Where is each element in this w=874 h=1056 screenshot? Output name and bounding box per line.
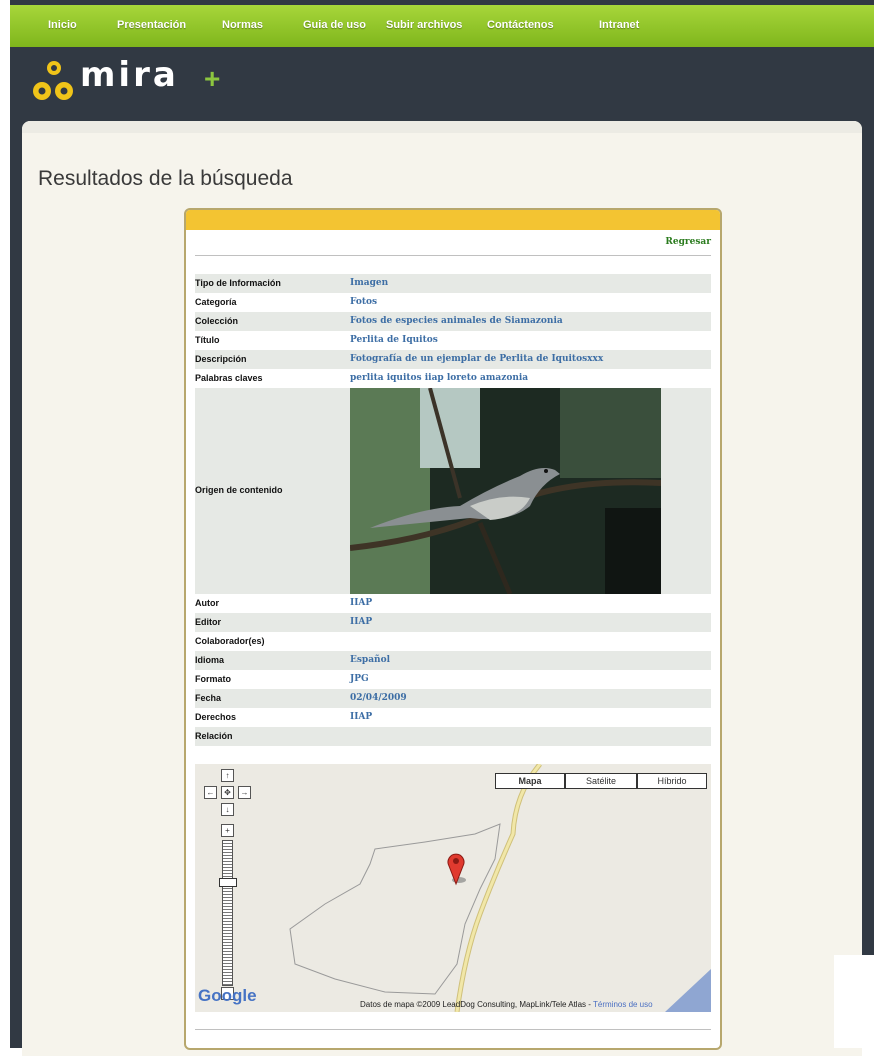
map-type-hibrido-button[interactable]: Híbrido xyxy=(637,773,707,789)
zoom-in-icon[interactable]: + xyxy=(221,824,234,837)
content-top-bar xyxy=(22,121,862,133)
page-edge-box xyxy=(834,955,874,1048)
google-logo[interactable]: Google xyxy=(198,986,257,1006)
row-value[interactable]: 02/04/2009 xyxy=(350,693,407,703)
detail-row: Autor IIAP xyxy=(195,594,711,613)
row-value[interactable]: IIAP xyxy=(350,598,372,608)
pan-down-icon[interactable]: ↓ xyxy=(221,803,234,816)
result-panel: Regresar Tipo de Información Imagen Cate… xyxy=(184,208,722,1050)
row-label: Categoría xyxy=(195,297,237,307)
nav-inicio[interactable]: Inicio xyxy=(48,19,77,31)
row-label: Origen de contenido xyxy=(195,485,283,495)
logo-text: mira xyxy=(80,55,179,95)
row-label: Autor xyxy=(195,598,219,608)
logo-plus: + xyxy=(204,63,221,94)
map-attribution-text: Datos de mapa ©2009 LeadDog Consulting, … xyxy=(360,1000,593,1009)
detail-row: Categoría Fotos xyxy=(195,293,711,312)
map-marker-icon[interactable] xyxy=(445,852,467,886)
detail-row: Relación xyxy=(195,727,711,746)
row-value[interactable]: Español xyxy=(350,655,390,665)
detail-row: Colaborador(es) xyxy=(195,632,711,651)
row-value[interactable]: IIAP xyxy=(350,712,372,722)
map-attribution: Datos de mapa ©2009 LeadDog Consulting, … xyxy=(360,1000,653,1009)
detail-row: Tipo de Información Imagen xyxy=(195,274,711,293)
image-row: Origen de contenido xyxy=(195,388,711,594)
map-type-satelite-button[interactable]: Satélite xyxy=(565,773,637,789)
nav-presentacion[interactable]: Presentación xyxy=(117,19,186,31)
map-canvas[interactable] xyxy=(195,764,711,1012)
row-label: Colección xyxy=(195,316,239,326)
detail-row: Derechos IIAP xyxy=(195,708,711,727)
row-value[interactable]: JPG xyxy=(350,674,369,684)
page-title: Resultados de la búsqueda xyxy=(38,167,293,190)
pan-left-icon[interactable]: ← xyxy=(204,786,217,799)
row-value[interactable]: IIAP xyxy=(350,617,372,627)
row-label: Editor xyxy=(195,617,221,627)
detail-row: Fecha 02/04/2009 xyxy=(195,689,711,708)
detail-row: Palabras claves perlita iquitos iiap lor… xyxy=(195,369,711,388)
people-icon xyxy=(33,61,73,100)
detail-row: Descripción Fotografía de un ejemplar de… xyxy=(195,350,711,369)
row-label: Título xyxy=(195,335,220,345)
zoom-slider[interactable] xyxy=(222,840,233,986)
map-widget[interactable]: Mapa Satélite Híbrido ↑ ← ✥ → ↓ + − Goog… xyxy=(195,764,711,1012)
detail-row: Editor IIAP xyxy=(195,613,711,632)
nav-guia-de-uso[interactable]: Guia de uso xyxy=(303,19,366,31)
map-terms-link[interactable]: Términos de uso xyxy=(593,1000,653,1009)
row-value[interactable]: Fotografía de un ejemplar de Perlita de … xyxy=(350,354,603,364)
pan-up-icon[interactable]: ↑ xyxy=(221,769,234,782)
row-label: Idioma xyxy=(195,655,225,665)
row-label: Tipo de Información xyxy=(195,278,281,288)
row-label: Palabras claves xyxy=(195,373,263,383)
row-label: Colaborador(es) xyxy=(195,636,265,646)
back-link[interactable]: Regresar xyxy=(665,237,711,247)
row-value[interactable]: Fotos de especies animales de Siamazonia xyxy=(350,316,563,326)
row-label: Relación xyxy=(195,731,233,741)
panel-header xyxy=(186,210,720,230)
site-logo[interactable]: mira + xyxy=(32,55,232,108)
detail-row: Título Perlita de Iquitos xyxy=(195,331,711,350)
zoom-slider-handle[interactable] xyxy=(219,878,237,887)
content-area: Resultados de la búsqueda Regresar Tipo … xyxy=(22,121,862,1056)
nav-contactenos[interactable]: Contáctenos xyxy=(487,19,554,31)
row-value[interactable]: Imagen xyxy=(350,278,388,288)
detail-row: Colección Fotos de especies animales de … xyxy=(195,312,711,331)
row-label: Derechos xyxy=(195,712,237,722)
detail-row: Formato JPG xyxy=(195,670,711,689)
nav-normas[interactable]: Normas xyxy=(222,19,263,31)
row-label: Fecha xyxy=(195,693,222,703)
nav-intranet[interactable]: Intranet xyxy=(599,19,639,31)
divider xyxy=(195,255,711,256)
divider xyxy=(195,1029,711,1030)
nav-subir-archivos[interactable]: Subir archivos xyxy=(386,19,462,31)
bird-photo[interactable] xyxy=(350,388,661,594)
map-type-mapa-button[interactable]: Mapa xyxy=(495,773,565,789)
top-navigation: Inicio Presentación Normas Guia de uso S… xyxy=(10,5,874,47)
row-label: Descripción xyxy=(195,354,247,364)
row-label: Formato xyxy=(195,674,231,684)
row-value[interactable]: Perlita de Iquitos xyxy=(350,335,438,345)
detail-row: Idioma Español xyxy=(195,651,711,670)
row-value[interactable]: Fotos xyxy=(350,297,377,307)
pan-center-icon[interactable]: ✥ xyxy=(221,786,234,799)
pan-right-icon[interactable]: → xyxy=(238,786,251,799)
row-value[interactable]: perlita iquitos iiap loreto amazonia xyxy=(350,373,528,383)
